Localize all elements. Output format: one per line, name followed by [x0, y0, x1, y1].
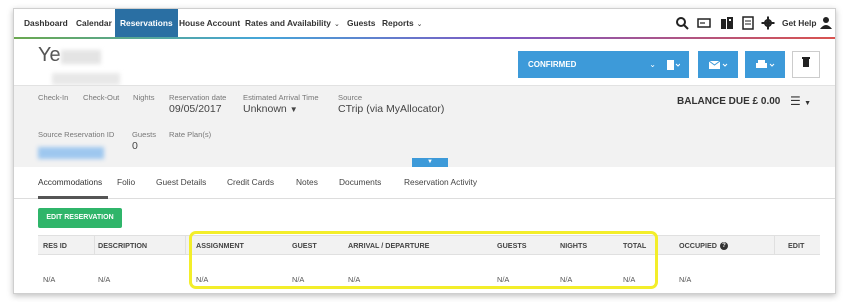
- status-label: CONFIRMED: [528, 60, 577, 69]
- check-in-label: Check-In: [38, 93, 69, 102]
- guest-name: Ye: [38, 44, 61, 66]
- reservation-date-label: Reservation date: [169, 93, 227, 102]
- cell-res-id: N/A: [43, 275, 56, 284]
- nav-dashboard[interactable]: Dashboard: [24, 9, 68, 37]
- building-icon[interactable]: [720, 16, 734, 30]
- chevron-down-icon: ▼: [427, 159, 433, 165]
- col-description: DESCRIPTION: [98, 241, 148, 250]
- redacted-name: [61, 50, 101, 64]
- nav-calendar[interactable]: Calendar: [76, 9, 112, 37]
- tab-reservation-activity[interactable]: Reservation Activity: [404, 177, 477, 187]
- chevron-down-icon: ⌄: [649, 60, 656, 69]
- tab-folio[interactable]: Folio: [117, 177, 135, 187]
- source-label: Source: [338, 93, 363, 102]
- nights-label: Nights: [133, 93, 155, 102]
- eta-value: Unknown: [243, 103, 287, 115]
- file-icon: [667, 59, 681, 70]
- guests-value: 0: [132, 140, 138, 152]
- column-divider: [94, 235, 95, 255]
- tab-guest-details[interactable]: Guest Details: [156, 177, 206, 187]
- nav-rates-label: Rates and Availability: [245, 18, 331, 28]
- get-help-link[interactable]: Get Help: [782, 9, 816, 37]
- print-dropdown-button[interactable]: [745, 51, 785, 78]
- user-icon[interactable]: [819, 16, 833, 30]
- tab-notes[interactable]: Notes: [296, 177, 318, 187]
- eta-dropdown[interactable]: Unknown ▼: [243, 103, 298, 115]
- tab-divider: [14, 198, 835, 199]
- col-occupied-label: OCCUPIED: [679, 241, 717, 250]
- annotation-highlight: [189, 231, 658, 289]
- chevron-down-icon: ⌄: [333, 21, 340, 28]
- nav-reports-label: Reports: [382, 18, 414, 28]
- nav-reservations[interactable]: Reservations: [115, 9, 178, 37]
- check-out-label: Check-Out: [83, 93, 120, 102]
- nav-house-account[interactable]: House Account: [179, 9, 240, 37]
- tab-credit-cards[interactable]: Credit Cards: [227, 177, 274, 187]
- expand-toggle[interactable]: ▼: [412, 158, 448, 167]
- chevron-down-icon: ▼: [289, 105, 298, 114]
- app-window: Dashboard Calendar Reservations House Ac…: [13, 8, 836, 294]
- tab-accommodations[interactable]: Accommodations: [38, 177, 102, 187]
- document-icon[interactable]: [741, 16, 755, 30]
- balance-due: BALANCE DUE £ 0.00: [677, 96, 781, 107]
- card-icon[interactable]: [697, 16, 711, 30]
- menu-icon[interactable]: ☰ ▼: [790, 94, 811, 108]
- trash-icon: [802, 57, 810, 67]
- rate-plans-label: Rate Plan(s): [169, 130, 212, 139]
- gear-icon[interactable]: [761, 16, 775, 30]
- redacted-source-id: [38, 147, 104, 159]
- print-icon: [756, 59, 775, 68]
- envelope-icon: [708, 60, 728, 69]
- col-edit: EDIT: [788, 241, 805, 250]
- chevron-down-icon: ⌄: [416, 21, 423, 28]
- active-tab-indicator: [38, 196, 108, 199]
- nav-guests[interactable]: Guests: [347, 9, 375, 37]
- status-dropdown[interactable]: CONFIRMED ⌄: [518, 51, 664, 78]
- col-res-id: RES ID: [43, 241, 67, 250]
- edit-reservation-button[interactable]: EDIT RESERVATION: [38, 208, 122, 228]
- tab-documents[interactable]: Documents: [339, 177, 381, 187]
- column-divider: [774, 235, 775, 255]
- document-dropdown-button[interactable]: [657, 51, 689, 78]
- redacted-subtitle: [52, 73, 120, 85]
- nav-rates-availability[interactable]: Rates and Availability ⌄: [245, 9, 340, 37]
- email-dropdown-button[interactable]: [698, 51, 738, 78]
- eta-label: Estimated Arrival Time: [243, 93, 319, 102]
- cell-occupied: N/A: [679, 275, 692, 284]
- reservation-date-value: 09/05/2017: [169, 103, 222, 115]
- search-icon[interactable]: [675, 16, 689, 30]
- help-icon[interactable]: ?: [719, 242, 728, 251]
- source-value: CTrip (via MyAllocator): [338, 103, 445, 115]
- source-res-id-label: Source Reservation ID: [38, 130, 115, 139]
- col-occupied: OCCUPIED?: [679, 241, 728, 251]
- column-divider: [185, 235, 186, 255]
- delete-button[interactable]: [792, 51, 820, 78]
- nav-reports[interactable]: Reports ⌄: [382, 9, 423, 37]
- guests-label: Guests: [132, 130, 157, 139]
- top-nav: Dashboard Calendar Reservations House Ac…: [14, 9, 835, 37]
- cell-description: N/A: [98, 275, 111, 284]
